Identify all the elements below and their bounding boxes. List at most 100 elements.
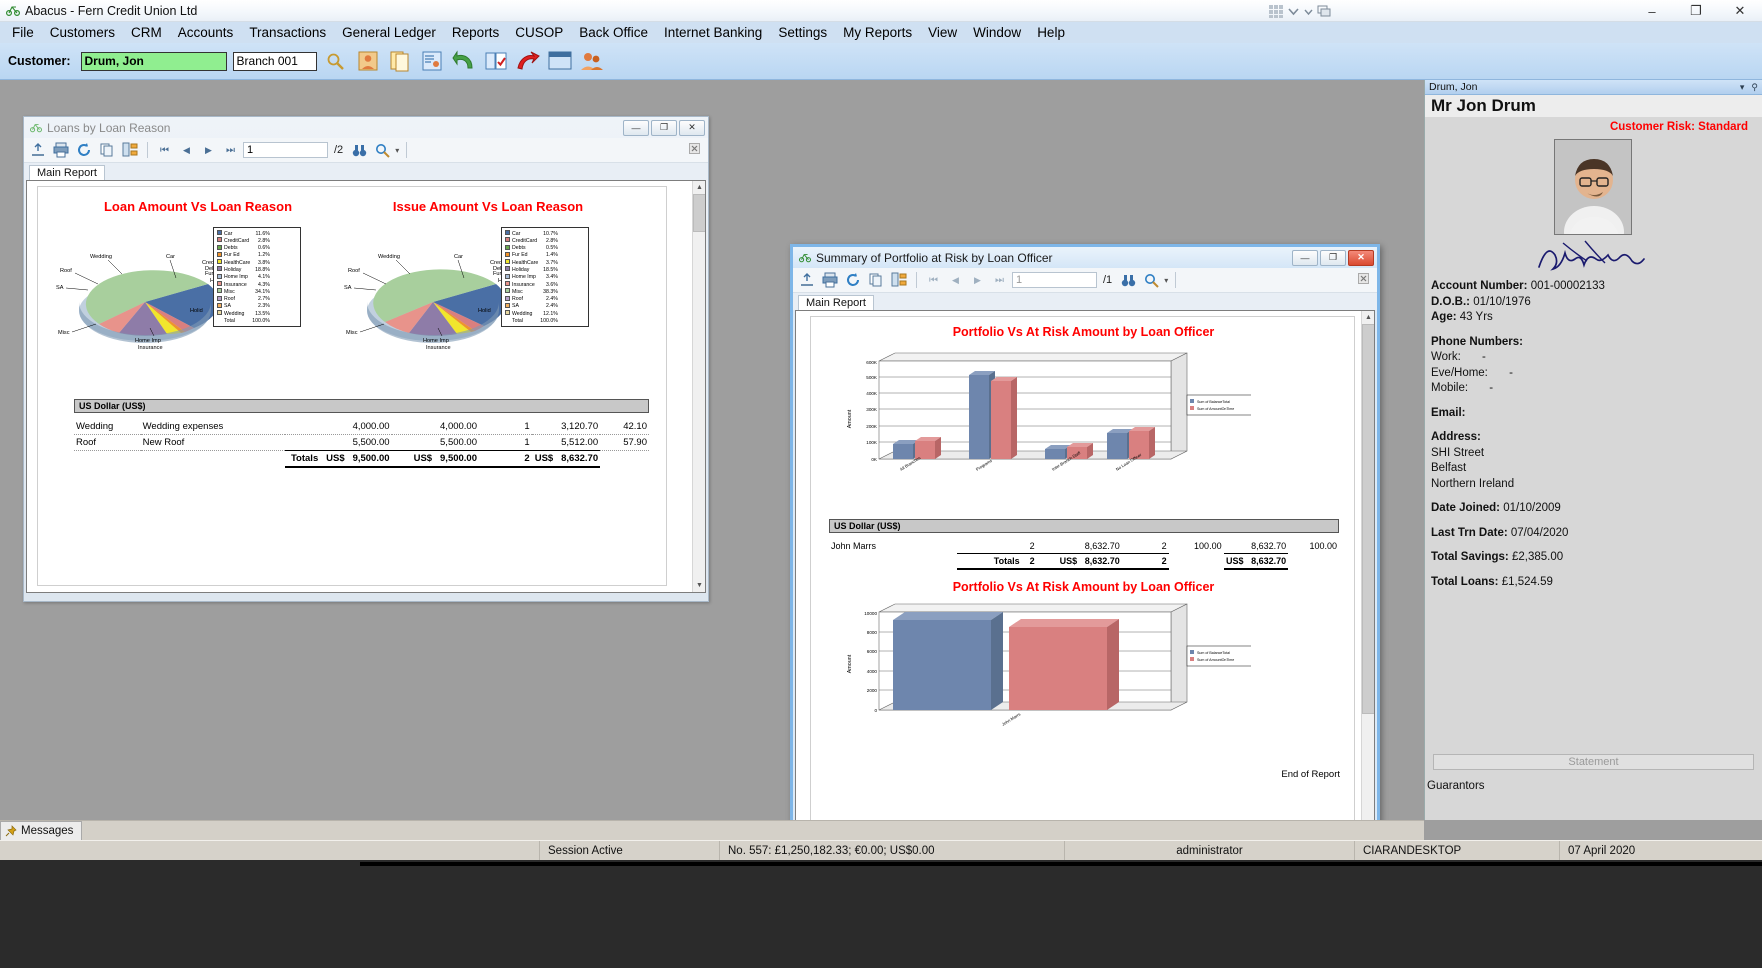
menu-item-back-office[interactable]: Back Office (571, 23, 656, 42)
next-page-button[interactable]: ▶ (199, 141, 218, 160)
previous-page-button[interactable]: ◀ (946, 271, 965, 290)
binoculars-icon[interactable] (1118, 270, 1138, 290)
menu-item-window[interactable]: Window (965, 23, 1029, 42)
chevron-down-icon[interactable]: ▾ (1740, 82, 1745, 93)
next-page-button[interactable]: ▶ (968, 271, 987, 290)
report1-maximize-button[interactable]: ❐ (651, 119, 677, 136)
customer-input[interactable] (80, 51, 227, 71)
first-page-button[interactable]: ⏮ (155, 141, 174, 160)
last-page-button[interactable]: ⏭ (221, 141, 240, 160)
copy-icon[interactable] (866, 270, 886, 290)
ytick2-4000: 4000 (867, 669, 878, 674)
previous-page-button[interactable]: ◀ (177, 141, 196, 160)
menu-item-cusop[interactable]: CUSOP (507, 23, 571, 42)
export-icon[interactable] (28, 140, 48, 160)
people-icon[interactable] (579, 48, 605, 74)
customer-details-icon[interactable] (419, 48, 445, 74)
menu-item-transactions[interactable]: Transactions (241, 23, 334, 42)
print-icon[interactable] (820, 270, 840, 290)
report2-titlebar[interactable]: Summary of Portfolio at Risk by Loan Off… (793, 247, 1377, 268)
report1-scroll-thumb[interactable] (693, 194, 705, 232)
branch-input[interactable] (232, 51, 317, 71)
close-button[interactable]: ✕ (1718, 0, 1762, 22)
menu-item-file[interactable]: File (4, 23, 42, 42)
search-icon[interactable] (323, 48, 349, 74)
book-check-icon[interactable] (483, 48, 509, 74)
undo-arrow-icon[interactable] (451, 48, 477, 74)
refresh-icon[interactable] (74, 140, 94, 160)
report2-minimize-button[interactable]: — (1292, 249, 1318, 266)
group-tree-icon[interactable] (120, 140, 140, 160)
menu-item-crm[interactable]: CRM (123, 23, 170, 42)
report1-close-button[interactable]: ✕ (679, 119, 705, 136)
grid-layout-icon[interactable] (1268, 4, 1285, 19)
refresh-icon[interactable] (843, 270, 863, 290)
red-arrow-icon[interactable] (515, 48, 541, 74)
report1-tabstrip[interactable]: Main Report (24, 163, 708, 180)
zoom-icon[interactable] (372, 140, 392, 160)
last-page-button[interactable]: ⏭ (990, 271, 1009, 290)
group-tree-icon[interactable] (889, 270, 909, 290)
portfolio-bar-chart-bottom: 0 2000 4000 6000 8000 10000 Amount John … (831, 602, 1264, 747)
menu-item-accounts[interactable]: Accounts (170, 23, 242, 42)
scroll-down-arrow-icon[interactable]: ▼ (693, 579, 705, 592)
customer-card-icon[interactable] (355, 48, 381, 74)
window-icon[interactable] (547, 48, 573, 74)
menu-item-customers[interactable]: Customers (42, 23, 123, 42)
report1-page-input[interactable]: 1 (243, 142, 328, 158)
report2-toolbar[interactable]: ⏮ ◀ ▶ ⏭ 1 /1 ▾ (793, 268, 1377, 293)
portfolio-bar-chart-bottom-svg: 0 2000 4000 6000 8000 10000 Amount John … (847, 603, 1264, 727)
menu-item-view[interactable]: View (920, 23, 965, 42)
zoom-icon[interactable] (1141, 270, 1161, 290)
report2-tabstrip[interactable]: Main Report (793, 293, 1377, 310)
sidebar-header[interactable]: Drum, Jon ▾ ⚲ (1425, 80, 1762, 95)
cascade-windows-icon[interactable] (1317, 5, 1332, 18)
print-icon[interactable] (51, 140, 71, 160)
zoom-dropdown-caret[interactable]: ▾ (1164, 276, 1168, 285)
menu-item-my-reports[interactable]: My Reports (835, 23, 920, 42)
window-controls[interactable]: – ❐ ✕ (1630, 0, 1762, 22)
report2-tab-main[interactable]: Main Report (798, 295, 874, 310)
chevron-down-small-icon[interactable] (1302, 5, 1315, 18)
guarantors-label[interactable]: Guarantors (1427, 780, 1485, 792)
report-window-portfolio-at-risk[interactable]: Summary of Portfolio at Risk by Loan Off… (790, 244, 1380, 864)
pie-callout-holiday: Holid (190, 308, 203, 314)
zoom-dropdown-caret[interactable]: ▾ (395, 146, 399, 155)
report2-page-input[interactable]: 1 (1012, 272, 1097, 288)
first-page-button[interactable]: ⏮ (924, 271, 943, 290)
menu-item-general-ledger[interactable]: General Ledger (334, 23, 444, 42)
documents-icon[interactable] (387, 48, 413, 74)
menu-item-reports[interactable]: Reports (444, 23, 507, 42)
scroll-up-arrow-icon[interactable]: ▲ (1362, 311, 1374, 324)
report1-titlebar[interactable]: Loans by Loan Reason — ❐ ✕ (24, 117, 708, 138)
statement-button[interactable]: Statement (1433, 754, 1754, 770)
layout-quick-buttons[interactable] (1268, 0, 1332, 22)
report2-vertical-scrollbar[interactable]: ▲ ▼ (1361, 311, 1374, 849)
report2-panel-close-icon[interactable] (1358, 273, 1369, 287)
report1-tab-main[interactable]: Main Report (29, 165, 105, 180)
export-icon[interactable] (797, 270, 817, 290)
report1-window-buttons[interactable]: — ❐ ✕ (623, 119, 708, 136)
menu-item-help[interactable]: Help (1029, 23, 1073, 42)
customer-label: Customer: (8, 54, 71, 68)
chevron-down-icon[interactable] (1287, 5, 1300, 18)
maximize-button[interactable]: ❐ (1674, 0, 1718, 22)
copy-icon[interactable] (97, 140, 117, 160)
report-window-loans-by-loan-reason[interactable]: Loans by Loan Reason — ❐ ✕ ⏮ ◀ ▶ ⏭ 1 /2 … (23, 116, 709, 602)
menu-item-internet-banking[interactable]: Internet Banking (656, 23, 770, 42)
binoculars-icon[interactable] (349, 140, 369, 160)
menu-item-settings[interactable]: Settings (770, 23, 835, 42)
scroll-up-arrow-icon[interactable]: ▲ (693, 181, 705, 194)
minimize-button[interactable]: – (1630, 0, 1674, 22)
report2-close-button[interactable]: ✕ (1348, 249, 1374, 266)
main-menubar[interactable]: File Customers CRM Accounts Transactions Gene… (0, 22, 1762, 43)
pin-icon[interactable]: ⚲ (1751, 82, 1758, 93)
report2-window-buttons[interactable]: — ❐ ✕ (1292, 249, 1377, 266)
report1-minimize-button[interactable]: — (623, 119, 649, 136)
report2-maximize-button[interactable]: ❐ (1320, 249, 1346, 266)
messages-tab[interactable]: Messages (0, 820, 83, 841)
report1-panel-close-icon[interactable] (689, 143, 700, 157)
report1-toolbar[interactable]: ⏮ ◀ ▶ ⏭ 1 /2 ▾ (24, 138, 708, 163)
report1-vertical-scrollbar[interactable]: ▲ ▼ (692, 181, 705, 592)
report2-scroll-thumb[interactable] (1362, 324, 1374, 714)
